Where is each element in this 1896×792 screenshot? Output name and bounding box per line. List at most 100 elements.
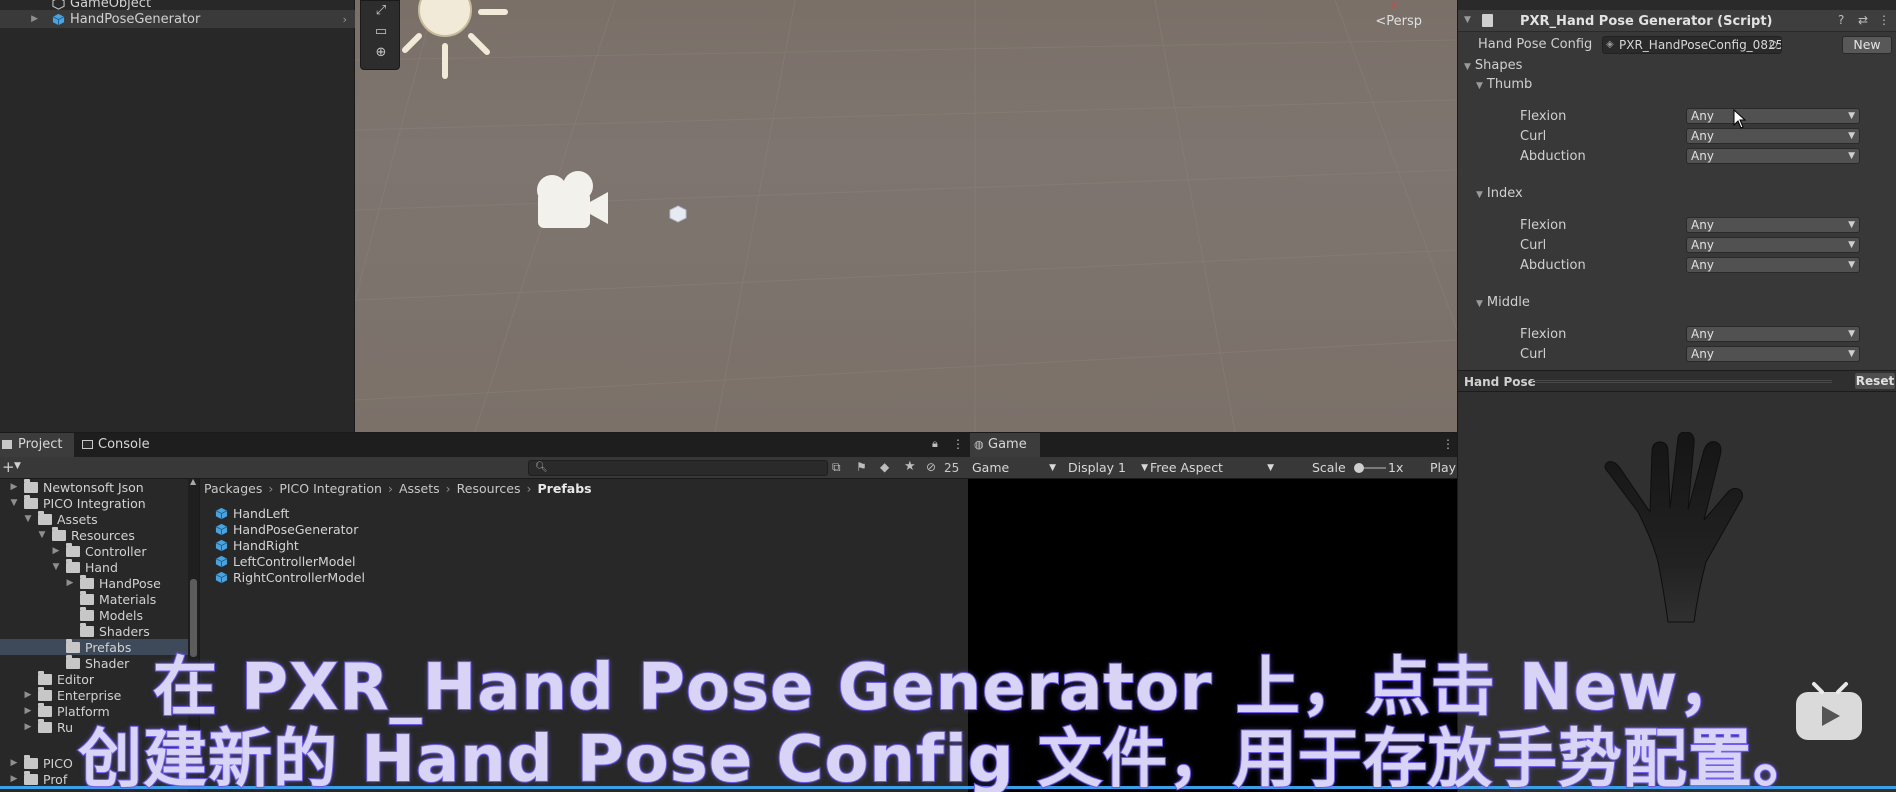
thumb-abduction-dropdown[interactable]: Any ▼ [1686,148,1860,164]
collapse-arrow-icon[interactable]: ▼ [22,514,34,524]
expand-arrow-icon[interactable]: ▶ [8,482,20,492]
collapse-arrow-icon[interactable]: ▼ [50,562,62,572]
lock-icon[interactable]: 🔒︎ [932,437,938,451]
breadcrumb: Packages › PICO Integration › Assets › Reso… [200,479,968,497]
tree-item[interactable]: ▼ Hand [50,558,118,575]
cube-object-icon[interactable] [668,204,688,224]
middle-flexion-dropdown[interactable]: Any ▼ [1686,326,1860,342]
tree-item[interactable]: ▶ Controller [50,542,147,559]
dropdown-arrow-icon: ▼ [1267,463,1274,473]
collapse-arrow-icon[interactable]: ▼ [1464,15,1471,25]
expand-arrow-icon[interactable]: ▶ [50,546,62,556]
component-header[interactable]: ▼ PXR_Hand Pose Generator (Script) ? ⇄ ⋮ [1458,10,1896,32]
breadcrumb-item[interactable]: Assets [399,481,440,496]
chevron-down-icon[interactable]: ▼ [14,461,21,471]
camera-gizmo-icon[interactable] [530,168,620,236]
index-flexion-dropdown[interactable]: Any ▼ [1686,217,1860,233]
transform-tool-icon[interactable]: ⊕ [370,45,392,63]
expand-arrow-icon[interactable]: ▶ [0,14,38,24]
prefab-cube-icon [215,523,228,535]
breadcrumb-item[interactable]: PICO Integration [279,481,382,496]
add-asset-button[interactable]: + [2,458,15,476]
tree-item[interactable]: Materials [80,590,156,607]
search-by-type-icon[interactable]: ⧉ [832,460,841,475]
play-focused-dropdown[interactable]: Play [1430,459,1456,477]
tree-item[interactable]: ▶ HandPose [64,574,161,591]
hierarchy-item-selected[interactable]: ▶ HandPoseGenerator › [0,10,355,28]
index-foldout[interactable]: ▼ Index [1476,186,1523,201]
tree-item[interactable]: Models [80,606,143,623]
object-picker-icon[interactable]: ⊙ [1769,37,1778,53]
label-icon[interactable]: ◆ [880,460,889,474]
collapse-arrow-icon[interactable]: ▼ [36,530,48,540]
tree-item[interactable]: ▼ PICO Integration [0,494,146,511]
scriptable-object-icon: ◈ [1606,39,1614,50]
asset-item[interactable]: LeftControllerModel [215,553,356,569]
directional-light-icon[interactable] [395,0,515,90]
view-mode-label[interactable]: <Persp [1375,14,1422,29]
index-abduction-dropdown[interactable]: Any ▼ [1686,257,1860,273]
breadcrumb-separator-icon: › [387,480,393,496]
reset-button[interactable]: Reset [1855,373,1895,389]
project-toolbar: + ▼ 🔍︎ ⧉ ⚑ ◆ ★ ⊘ 25 [0,457,968,479]
scale-slider[interactable] [1354,463,1386,473]
finger-name: Thumb [1486,77,1533,92]
dropdown-arrow-icon: ▼ [1848,131,1855,141]
tab-console[interactable]: Console [78,433,158,457]
script-icon [1482,14,1493,27]
tab-game[interactable]: ◍ Game [970,433,1040,457]
asset-item[interactable]: HandRight [215,537,299,553]
tree-item[interactable]: ▶ Newtonsoft Json [0,478,144,495]
field-label: Abduction [1520,258,1586,273]
game-mode-dropdown[interactable]: Game ▼ [972,459,1060,477]
search-input[interactable]: 🔍︎ [528,460,828,476]
axis-gizmo-icon[interactable]: x [1391,0,1397,11]
preset-icon[interactable]: ⇄ [1858,13,1868,27]
dropdown-arrow-icon: ▼ [1848,329,1855,339]
expand-arrow-icon[interactable]: ▶ [64,578,76,588]
preview-drag-handle[interactable] [1532,380,1832,383]
thumb-curl-dropdown[interactable]: Any ▼ [1686,128,1860,144]
new-config-button[interactable]: New [1842,36,1892,54]
config-value: PXR_HandPoseConfig_0825045057 [1619,38,1782,52]
component-menu-icon[interactable]: ⋮ [1878,13,1890,27]
config-object-field[interactable]: ◈ PXR_HandPoseConfig_0825045057 ⊙ [1602,36,1782,54]
index-curl-dropdown[interactable]: Any ▼ [1686,237,1860,253]
thumb-flexion-dropdown[interactable]: Any ▼ [1686,108,1860,124]
panel-menu-icon[interactable]: ⋮ [952,437,964,451]
rect-tool-icon[interactable]: ▭ [370,24,392,42]
asset-item[interactable]: HandLeft [215,505,289,521]
middle-curl-dropdown[interactable]: Any ▼ [1686,346,1860,362]
dropdown-arrow-icon: ▼ [1141,463,1148,473]
breadcrumb-item[interactable]: Resources [457,481,521,496]
scroll-up-icon[interactable]: ▲ [190,477,196,486]
prefab-cube-icon [52,13,65,25]
asset-label: RightControllerModel [233,569,365,585]
tree-item[interactable]: ▼ Resources [36,526,135,543]
asset-item[interactable]: RightControllerModel [215,569,365,585]
panel-menu-icon[interactable]: ⋮ [1442,437,1454,451]
middle-foldout[interactable]: ▼ Middle [1476,295,1530,310]
field-label: Flexion [1520,218,1567,233]
chevron-right-icon[interactable]: › [343,13,347,26]
game-toolbar: Game ▼ Display 1 ▼ Free Aspect ▼ Scale 1x P… [968,457,1457,479]
scale-slider-handle[interactable] [1354,463,1364,473]
thumb-foldout[interactable]: ▼ Thumb [1476,77,1532,92]
hidden-packages-icon[interactable]: ⊘ [926,460,936,474]
display-dropdown[interactable]: Display 1 ▼ [1068,459,1148,477]
aspect-dropdown[interactable]: Free Aspect ▼ [1150,459,1274,477]
filter-icon[interactable]: ⚑ [856,460,867,474]
help-icon[interactable]: ? [1838,13,1844,27]
folder-icon [52,526,66,541]
favorite-star-icon[interactable]: ★ [904,459,916,474]
scene-view[interactable]: ⤢ ▭ ⊕ <Persp x [355,0,1457,432]
shapes-foldout[interactable]: ▼ Shapes [1464,58,1522,73]
asset-item[interactable]: HandPoseGenerator [215,521,358,537]
scene-grid [355,0,1457,432]
prefab-cube-icon [215,571,228,583]
collapse-arrow-icon[interactable]: ▼ [8,498,20,508]
breadcrumb-item[interactable]: Packages [204,481,262,496]
scale-tool-icon[interactable]: ⤢ [370,3,392,21]
tab-project[interactable]: Project [0,433,74,457]
tree-item[interactable]: ▼ Assets [22,510,98,527]
